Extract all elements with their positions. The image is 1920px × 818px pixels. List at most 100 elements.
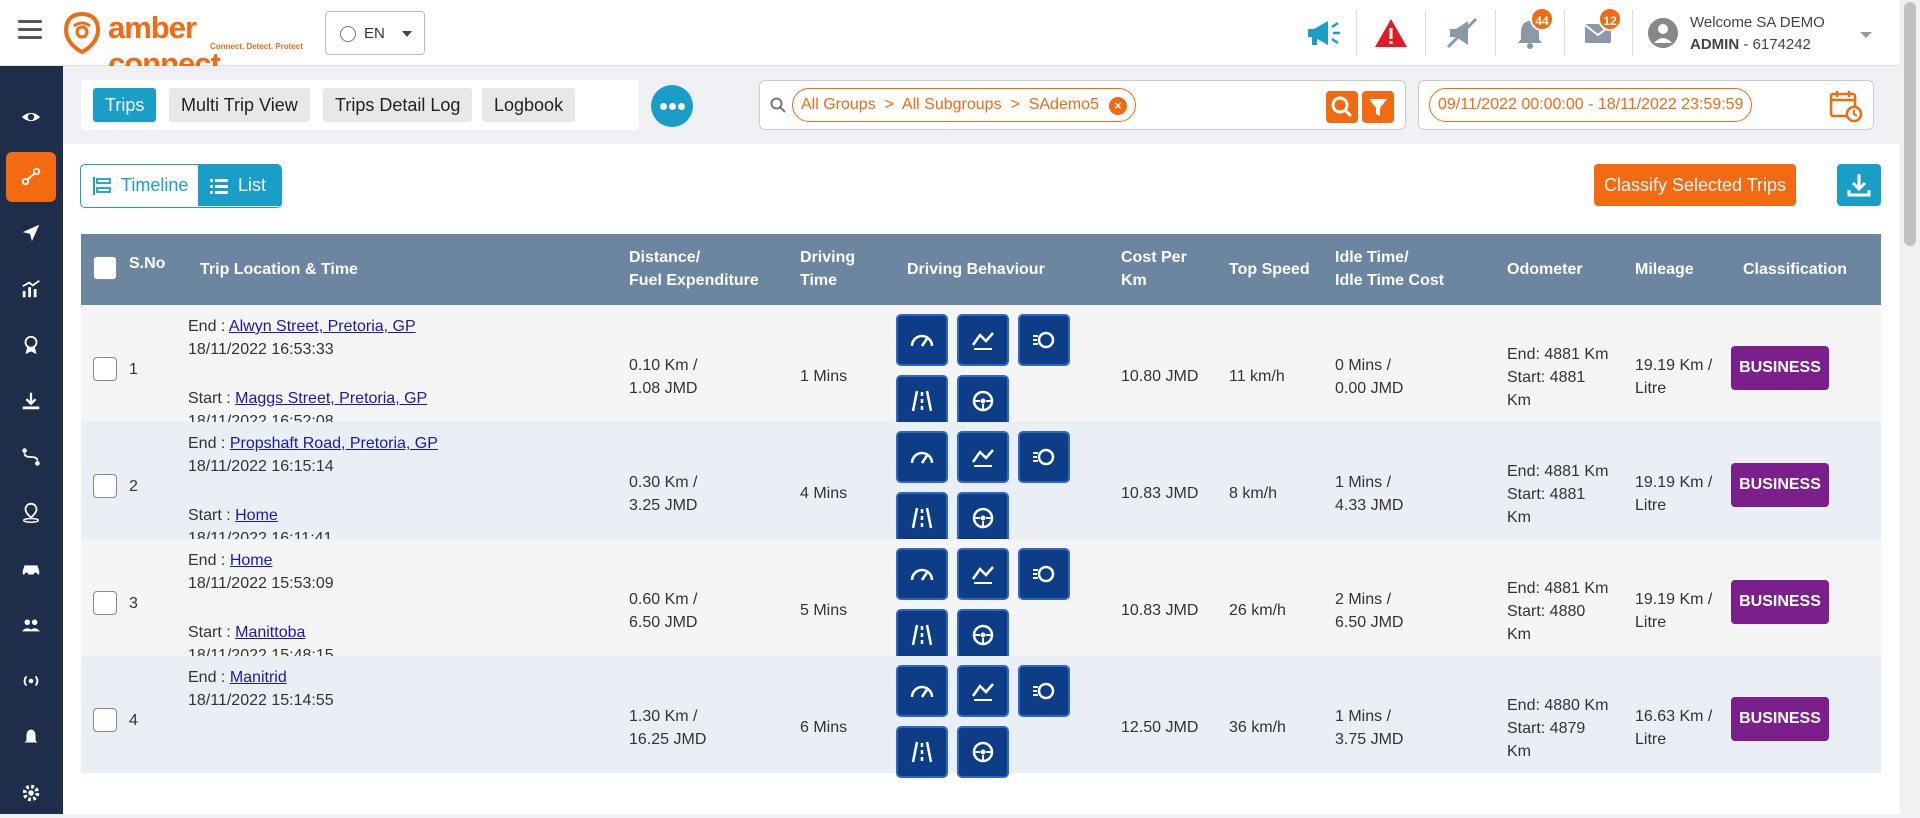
chart-icon[interactable] <box>6 264 56 314</box>
navigation-icon[interactable] <box>6 208 56 258</box>
clear-filter-icon[interactable]: × <box>1108 97 1127 115</box>
speedometer-icon[interactable] <box>896 314 948 366</box>
menu-icon[interactable] <box>18 20 42 40</box>
filter-unit[interactable]: SAdemo5 <box>1029 96 1099 113</box>
highway-icon[interactable] <box>896 726 948 778</box>
acceleration-icon[interactable] <box>1018 548 1070 600</box>
download-icon[interactable] <box>6 376 56 426</box>
list-label: List <box>238 175 267 195</box>
start-location-link[interactable]: Manittoba <box>235 624 305 641</box>
award-icon[interactable] <box>6 320 56 370</box>
start-location-link[interactable]: Maggs Street, Pretoria, GP <box>235 390 427 407</box>
harsh-braking-icon[interactable] <box>957 431 1009 483</box>
group-filter-search[interactable]: All Groups > All Subgroups > SAdemo5 × <box>759 80 1406 130</box>
tab-multi-trip-view[interactable]: Multi Trip View <box>169 88 310 122</box>
filter-group[interactable]: All Groups <box>801 96 876 113</box>
vehicle-icon[interactable] <box>6 544 56 594</box>
steering-wheel-icon[interactable] <box>957 609 1009 661</box>
acceleration-icon[interactable] <box>1018 431 1070 483</box>
mail-icon[interactable]: 12 <box>1578 7 1622 53</box>
row-checkbox[interactable] <box>93 474 117 498</box>
user-menu[interactable]: Welcome SA DEMO ADMIN - 6174242 <box>1648 10 1908 56</box>
megaphone-icon[interactable] <box>1302 13 1342 53</box>
filter-subgroup[interactable]: All Subgroups <box>902 96 1002 113</box>
classification-badge[interactable]: BUSINESS <box>1731 346 1829 390</box>
select-all-checkbox[interactable] <box>93 256 117 280</box>
notification-count-badge: 44 <box>1530 7 1554 31</box>
classification-badge[interactable]: BUSINESS <box>1731 580 1829 624</box>
steering-wheel-icon[interactable] <box>957 492 1009 544</box>
filter-button[interactable] <box>1362 91 1394 123</box>
search-button[interactable] <box>1326 91 1358 123</box>
tab-logbook[interactable]: Logbook <box>482 88 576 122</box>
speedometer-icon[interactable] <box>896 548 948 600</box>
top-bar: amber connect Connect. Detect. Protect E… <box>0 0 1920 81</box>
end-location-link[interactable]: Alwyn Street, Pretoria, GP <box>229 318 416 335</box>
top-speed: 36 km/h <box>1229 719 1286 736</box>
steering-wheel-icon[interactable] <box>957 726 1009 778</box>
col-idle-line2: Idle Time Cost <box>1335 272 1445 289</box>
row-checkbox[interactable] <box>93 708 117 732</box>
location-icon[interactable] <box>6 488 56 538</box>
acceleration-icon[interactable] <box>1018 665 1070 717</box>
row-checkbox[interactable] <box>93 591 117 615</box>
brand-logo[interactable]: amber connect Connect. Detect. Protect <box>62 8 312 81</box>
end-time: 18/11/2022 16:15:14 <box>188 458 334 475</box>
scrollbar-thumb[interactable] <box>1904 2 1916 246</box>
distance: 1.30 Km / <box>629 708 698 725</box>
mute-icon[interactable] <box>1442 13 1482 53</box>
tab-trips[interactable]: Trips <box>93 88 157 122</box>
end-location-link[interactable]: Propshaft Road, Pretoria, GP <box>230 435 438 452</box>
odometer-end: End: 4881 Km <box>1507 346 1609 363</box>
vertical-scrollbar[interactable] <box>1900 0 1920 814</box>
divider <box>1564 10 1565 56</box>
trips-route-icon[interactable] <box>6 432 56 482</box>
steering-wheel-icon[interactable] <box>957 375 1009 427</box>
col-mileage: Mileage <box>1635 261 1694 278</box>
welcome-text: Welcome SA DEMO <box>1690 14 1825 31</box>
end-location-link[interactable]: Manitrid <box>230 669 287 686</box>
calendar-clock-icon[interactable] <box>1829 89 1863 123</box>
harsh-braking-icon[interactable] <box>957 665 1009 717</box>
harsh-braking-icon[interactable] <box>957 314 1009 366</box>
speedometer-icon[interactable] <box>896 431 948 483</box>
driving-time: 6 Mins <box>800 719 848 736</box>
col-driving-time: Driving Time <box>800 246 855 292</box>
odometer-start: Start: 4879 <box>1507 720 1586 737</box>
download-button[interactable] <box>1837 164 1881 206</box>
harsh-braking-icon[interactable] <box>957 548 1009 600</box>
more-options-button[interactable] <box>651 85 693 127</box>
list-view-button[interactable]: List <box>198 165 281 206</box>
eye-icon[interactable] <box>6 92 56 142</box>
language-select[interactable]: EN <box>325 11 425 55</box>
bell-icon[interactable]: 44 <box>1510 7 1554 53</box>
highway-icon[interactable] <box>896 609 948 661</box>
list-icon <box>210 179 228 194</box>
end-time: 18/11/2022 15:14:55 <box>188 692 334 709</box>
date-range-picker[interactable]: 09/11/2022 00:00:00 - 18/11/2022 23:59:5… <box>1418 80 1874 130</box>
date-range-value[interactable]: 09/11/2022 00:00:00 - 18/11/2022 23:59:5… <box>1429 88 1753 122</box>
trip-end: End : Alwyn Street, Pretoria, GP <box>188 315 416 338</box>
end-label: End : <box>188 669 230 686</box>
col-distance: Distance/Fuel Expenditure <box>629 246 759 292</box>
tab-trips-detail-log[interactable]: Trips Detail Log <box>323 88 473 122</box>
start-location-link[interactable]: Home <box>235 507 278 524</box>
odometer-unit: Km <box>1507 392 1531 409</box>
alerts-icon[interactable] <box>6 712 56 762</box>
highway-icon[interactable] <box>896 492 948 544</box>
end-location-link[interactable]: Home <box>230 552 273 569</box>
alert-icon[interactable] <box>1371 13 1411 53</box>
timeline-view-button[interactable]: Timeline <box>81 165 198 206</box>
classification-badge[interactable]: BUSINESS <box>1731 697 1829 741</box>
users-icon[interactable] <box>6 600 56 650</box>
broadcast-icon[interactable] <box>6 656 56 706</box>
gear-icon[interactable] <box>6 768 56 818</box>
highway-icon[interactable] <box>896 375 948 427</box>
classify-selected-trips-button[interactable]: Classify Selected Trips <box>1594 164 1796 206</box>
idle-time: 1 Mins / <box>1335 708 1392 725</box>
route-icon[interactable] <box>6 152 56 202</box>
speedometer-icon[interactable] <box>896 665 948 717</box>
row-checkbox[interactable] <box>93 357 117 381</box>
acceleration-icon[interactable] <box>1018 314 1070 366</box>
classification-badge[interactable]: BUSINESS <box>1731 463 1829 507</box>
